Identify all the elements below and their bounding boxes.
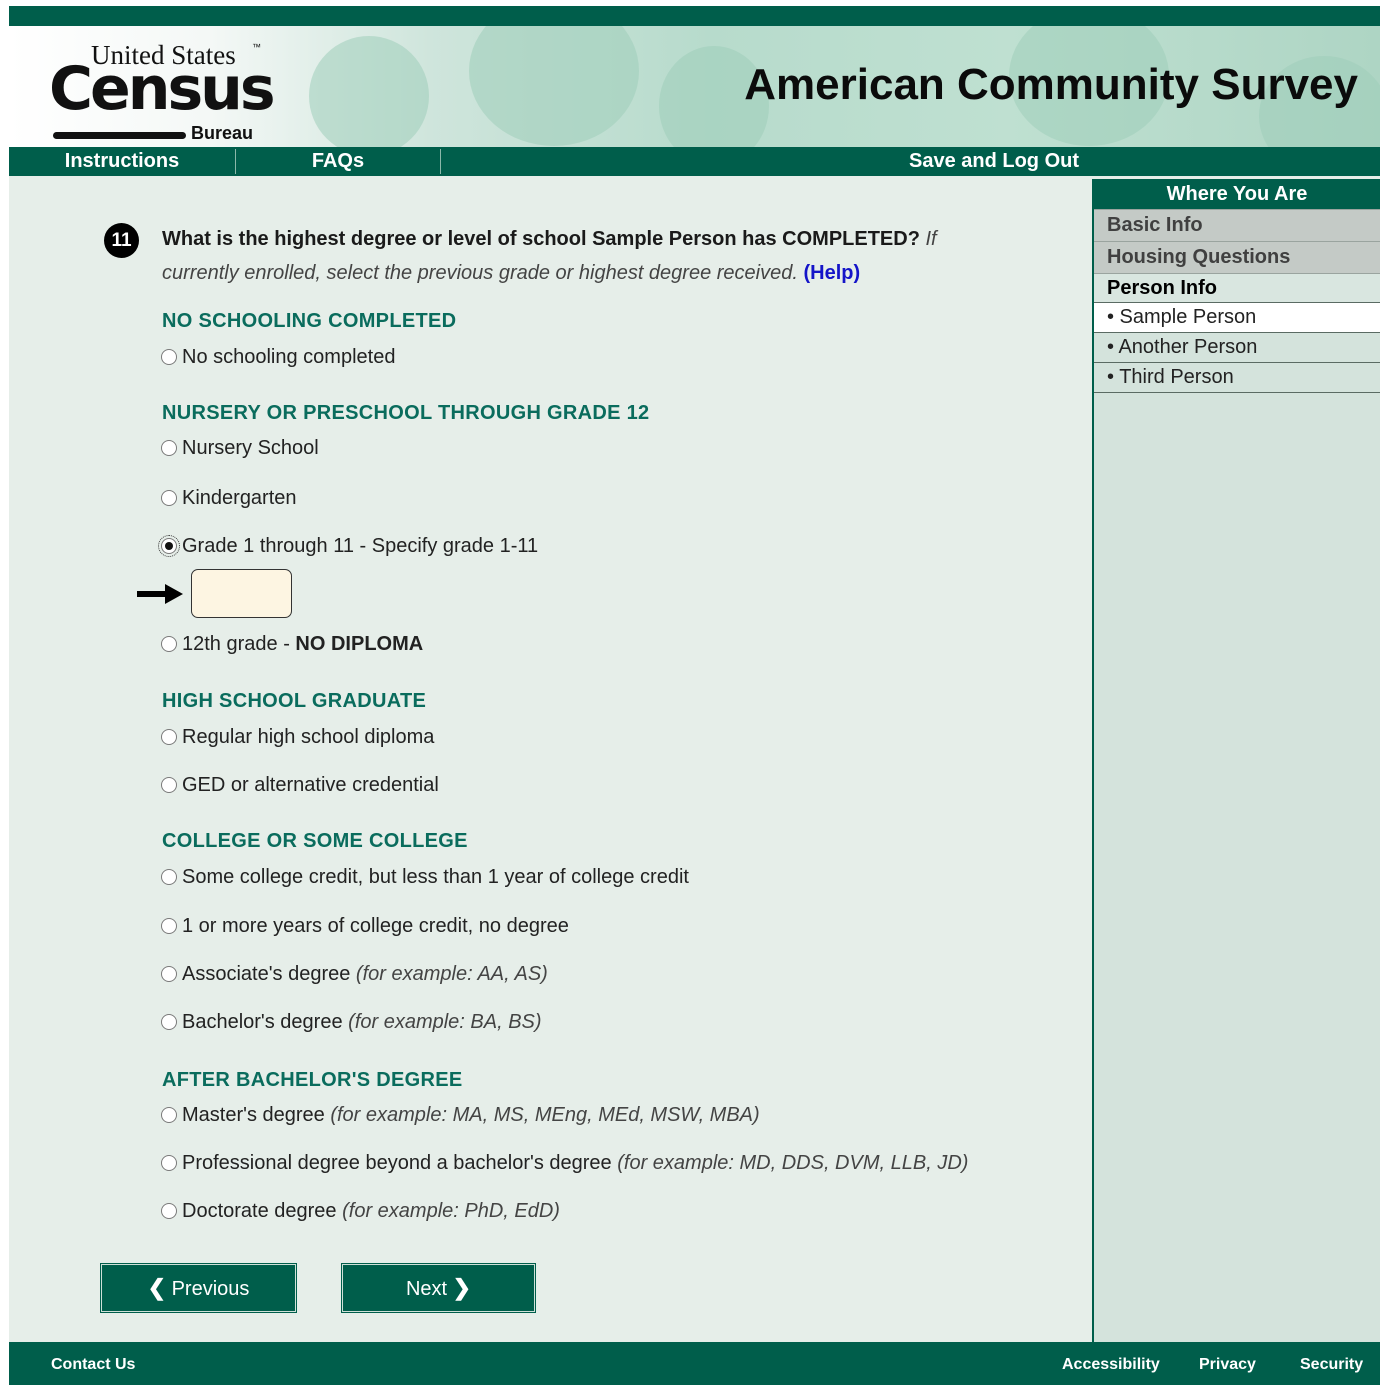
category-no-schooling: NO SCHOOLING COMPLETED — [162, 310, 457, 332]
question-text: What is the highest degree or level of s… — [162, 228, 920, 250]
option-label: Regular high school diploma — [182, 726, 435, 748]
category-after-bachelor: AFTER BACHELOR'S DEGREE — [162, 1069, 463, 1091]
option-label: Professional degree beyond a bachelor's … — [182, 1152, 612, 1174]
option-label-emphasis: NO DIPLOMA — [295, 633, 424, 655]
previous-button-label: Previous — [171, 1278, 250, 1300]
sidebar-section-basic-info[interactable]: Basic Info — [1094, 209, 1380, 241]
option-regular-diploma[interactable]: Regular high school diploma — [161, 724, 434, 750]
survey-title: American Community Survey — [744, 60, 1358, 109]
option-no-schooling[interactable]: No schooling completed — [161, 344, 395, 370]
radio-no-schooling[interactable] — [161, 349, 177, 365]
question-panel: 11 What is the highest degree or level o… — [9, 176, 1092, 1342]
sidebar-heading: Where You Are — [1094, 179, 1380, 209]
radio-professional[interactable] — [161, 1155, 177, 1171]
header-photo-shape — [469, 26, 639, 146]
option-example: (for example: MA, MS, MEng, MEd, MSW, MB… — [330, 1104, 760, 1126]
question-prompt: What is the highest degree or level of s… — [162, 222, 982, 290]
next-button[interactable]: Next ❯ — [342, 1264, 535, 1312]
option-label: Bachelor's degree — [182, 1011, 343, 1033]
sidebar-item-third-person[interactable]: • Third Person — [1094, 362, 1380, 393]
radio-kindergarten[interactable] — [161, 490, 177, 506]
radio-ged[interactable] — [161, 777, 177, 793]
header-photo-shape — [309, 36, 429, 147]
option-label: 1 or more years of college credit, no de… — [182, 915, 569, 937]
option-example: (for example: AA, AS) — [355, 963, 548, 985]
logo-census: Census — [49, 54, 276, 124]
option-master[interactable]: Master's degree (for example: MA, MS, ME… — [161, 1102, 760, 1128]
option-grade-1-11[interactable]: Grade 1 through 11 - Specify grade 1-11 — [158, 533, 539, 559]
option-label: No schooling completed — [182, 346, 396, 368]
next-button-label: Next — [405, 1278, 448, 1300]
category-k12: NURSERY OR PRESCHOOL THROUGH GRADE 12 — [162, 402, 650, 424]
option-example: (for example: PhD, EdD) — [342, 1200, 560, 1222]
page-frame: United States ™ Census Bureau American C… — [9, 6, 1380, 1385]
chevron-right-icon: ❯ — [452, 1275, 472, 1300]
option-label: GED or alternative credential — [182, 774, 439, 796]
sidebar-section-person-info: Person Info — [1094, 273, 1380, 302]
site-header: United States ™ Census Bureau American C… — [9, 26, 1380, 147]
nav-save-logout[interactable]: Save and Log Out — [889, 147, 1099, 176]
radio-grade-12[interactable] — [161, 636, 177, 652]
option-label: Kindergarten — [182, 487, 297, 509]
radio-doctorate[interactable] — [161, 1203, 177, 1219]
option-ged[interactable]: GED or alternative credential — [161, 772, 439, 798]
option-example: (for example: MD, DDS, DVM, LLB, JD) — [617, 1152, 969, 1174]
radio-one-plus-years[interactable] — [161, 918, 177, 934]
radio-nursery[interactable] — [161, 440, 177, 456]
question-number-badge: 11 — [104, 223, 139, 258]
radio-regular-diploma[interactable] — [161, 729, 177, 745]
nav-bar: Instructions FAQs Save and Log Out — [9, 147, 1380, 176]
option-label: Grade 1 through 11 - Specify grade 1-11 — [182, 535, 539, 557]
option-label: Master's degree — [182, 1104, 325, 1126]
nav-instructions[interactable]: Instructions — [9, 147, 235, 176]
option-nursery[interactable]: Nursery School — [161, 435, 319, 461]
sidebar-section-housing[interactable]: Housing Questions — [1094, 241, 1380, 273]
nav-divider — [440, 149, 441, 174]
option-label: Some college credit, but less than 1 yea… — [182, 866, 689, 888]
help-link[interactable]: (Help) — [803, 262, 860, 284]
option-doctorate[interactable]: Doctorate degree (for example: PhD, EdD) — [161, 1198, 560, 1224]
option-grade-12[interactable]: 12th grade - NO DIPLOMA — [161, 631, 423, 657]
radio-grade-1-11[interactable] — [158, 535, 180, 557]
option-kindergarten[interactable]: Kindergarten — [161, 485, 297, 511]
radio-associate[interactable] — [161, 966, 177, 982]
top-bar — [9, 6, 1380, 26]
nav-faqs[interactable]: FAQs — [236, 147, 440, 176]
category-high-school: HIGH SCHOOL GRADUATE — [162, 690, 427, 712]
sidebar-item-another-person[interactable]: • Another Person — [1094, 332, 1380, 362]
logo-underline — [53, 132, 186, 139]
where-you-are-sidebar: Where You Are Basic Info Housing Questio… — [1092, 179, 1380, 1342]
logo-bureau: Bureau — [191, 123, 254, 143]
option-label: Doctorate degree — [182, 1200, 337, 1222]
sidebar-item-sample-person[interactable]: • Sample Person — [1094, 302, 1380, 332]
category-college: COLLEGE OR SOME COLLEGE — [162, 830, 468, 852]
radio-bachelor[interactable] — [161, 1014, 177, 1030]
previous-button[interactable]: ❮ Previous — [101, 1264, 296, 1312]
census-logo[interactable]: United States ™ Census Bureau — [49, 40, 276, 143]
arrow-right-icon — [137, 584, 183, 604]
option-label: Nursery School — [182, 437, 319, 459]
radio-some-college[interactable] — [161, 869, 177, 885]
footer-contact-us[interactable]: Contact Us — [51, 1342, 135, 1385]
footer-privacy[interactable]: Privacy — [1199, 1342, 1256, 1385]
chevron-left-icon: ❮ — [147, 1275, 167, 1300]
option-some-college[interactable]: Some college credit, but less than 1 yea… — [161, 864, 689, 890]
option-bachelor[interactable]: Bachelor's degree (for example: BA, BS) — [161, 1009, 542, 1035]
option-associate[interactable]: Associate's degree (for example: AA, AS) — [161, 961, 548, 987]
radio-master[interactable] — [161, 1107, 177, 1123]
footer-security[interactable]: Security — [1300, 1342, 1363, 1385]
option-label: Associate's degree — [182, 963, 351, 985]
logo-trademark: ™ — [252, 42, 261, 52]
option-example: (for example: BA, BS) — [348, 1011, 542, 1033]
option-one-plus-years[interactable]: 1 or more years of college credit, no de… — [161, 913, 569, 939]
option-label: 12th grade - — [182, 633, 296, 655]
option-professional[interactable]: Professional degree beyond a bachelor's … — [161, 1150, 968, 1176]
site-footer: Contact Us Accessibility Privacy Securit… — [9, 1342, 1380, 1385]
footer-accessibility[interactable]: Accessibility — [1062, 1342, 1160, 1385]
grade-input[interactable] — [191, 569, 292, 618]
